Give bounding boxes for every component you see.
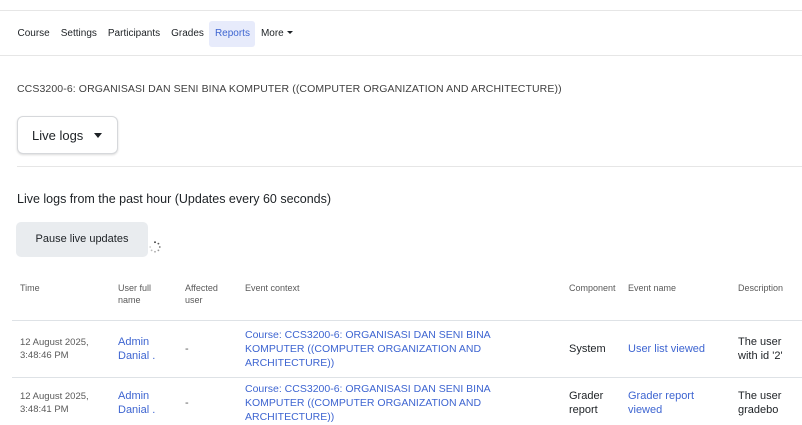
tab-more[interactable]: More bbox=[255, 21, 298, 47]
nav-divider bbox=[0, 55, 802, 56]
table-header-row: Time User full name Affected user Event co… bbox=[12, 276, 802, 320]
table-row: 12 August 2025, 3:48:41 PM Admin Danial . … bbox=[12, 376, 802, 425]
chevron-down-icon bbox=[286, 30, 293, 34]
col-header-user-full-name[interactable]: User full name bbox=[110, 276, 177, 320]
cell-user-link[interactable]: Admin Danial . bbox=[110, 376, 177, 425]
loading-spinner-icon bbox=[149, 241, 161, 253]
report-select-value: Live logs bbox=[32, 127, 84, 143]
col-header-description[interactable]: Description bbox=[730, 276, 802, 320]
tab-settings[interactable]: Settings bbox=[55, 21, 102, 47]
cell-time: 12 August 2025, 3:48:41 PM bbox=[12, 376, 110, 425]
live-logs-heading: Live logs from the past hour (Updates ev… bbox=[17, 192, 332, 206]
cell-component: Grader report bbox=[561, 376, 620, 425]
cell-event-context-link[interactable]: Course: CCS3200-6: ORGANISASI DAN SENI B… bbox=[237, 376, 561, 425]
col-header-component[interactable]: Component bbox=[561, 276, 620, 320]
cell-description: The user gradebo bbox=[730, 376, 802, 425]
cell-user-link[interactable]: Admin Danial . bbox=[110, 319, 177, 377]
cell-affected-user: - bbox=[177, 319, 237, 377]
tab-grades[interactable]: Grades bbox=[166, 21, 210, 47]
cell-time: 12 August 2025, 3:48:46 PM bbox=[12, 319, 110, 377]
pause-live-updates-button[interactable]: Pause live updates bbox=[16, 222, 148, 257]
section-divider bbox=[17, 166, 802, 167]
page-title: CCS3200-6: ORGANISASI DAN SENI BINA KOMP… bbox=[17, 83, 562, 95]
tab-participants[interactable]: Participants bbox=[102, 21, 165, 47]
col-header-affected-user[interactable]: Affected user bbox=[177, 276, 237, 320]
col-header-event-name[interactable]: Event name bbox=[620, 276, 730, 320]
col-header-time[interactable]: Time bbox=[12, 276, 110, 320]
cell-event-name-link[interactable]: User list viewed bbox=[620, 319, 730, 377]
course-secondary-nav: Course Settings Participants Grades Repo… bbox=[12, 21, 298, 47]
cell-affected-user: - bbox=[177, 376, 237, 425]
tab-more-label: More bbox=[260, 28, 284, 39]
top-divider bbox=[0, 10, 802, 11]
cell-event-context-link[interactable]: Course: CCS3200-6: ORGANISASI DAN SENI B… bbox=[237, 319, 561, 377]
cell-component: System bbox=[561, 319, 620, 377]
live-logs-table: Time User full name Affected user Event co… bbox=[12, 276, 802, 425]
tab-reports[interactable]: Reports bbox=[209, 21, 256, 47]
cell-description: The user with id '2' bbox=[730, 319, 802, 377]
tab-course[interactable]: Course bbox=[12, 21, 55, 47]
chevron-down-icon bbox=[94, 132, 103, 138]
cell-event-name-link[interactable]: Grader report viewed bbox=[620, 376, 730, 425]
table-row: 12 August 2025, 3:48:46 PM Admin Danial . … bbox=[12, 319, 802, 377]
report-select[interactable]: Live logs bbox=[17, 116, 118, 154]
col-header-event-context[interactable]: Event context bbox=[237, 276, 561, 320]
